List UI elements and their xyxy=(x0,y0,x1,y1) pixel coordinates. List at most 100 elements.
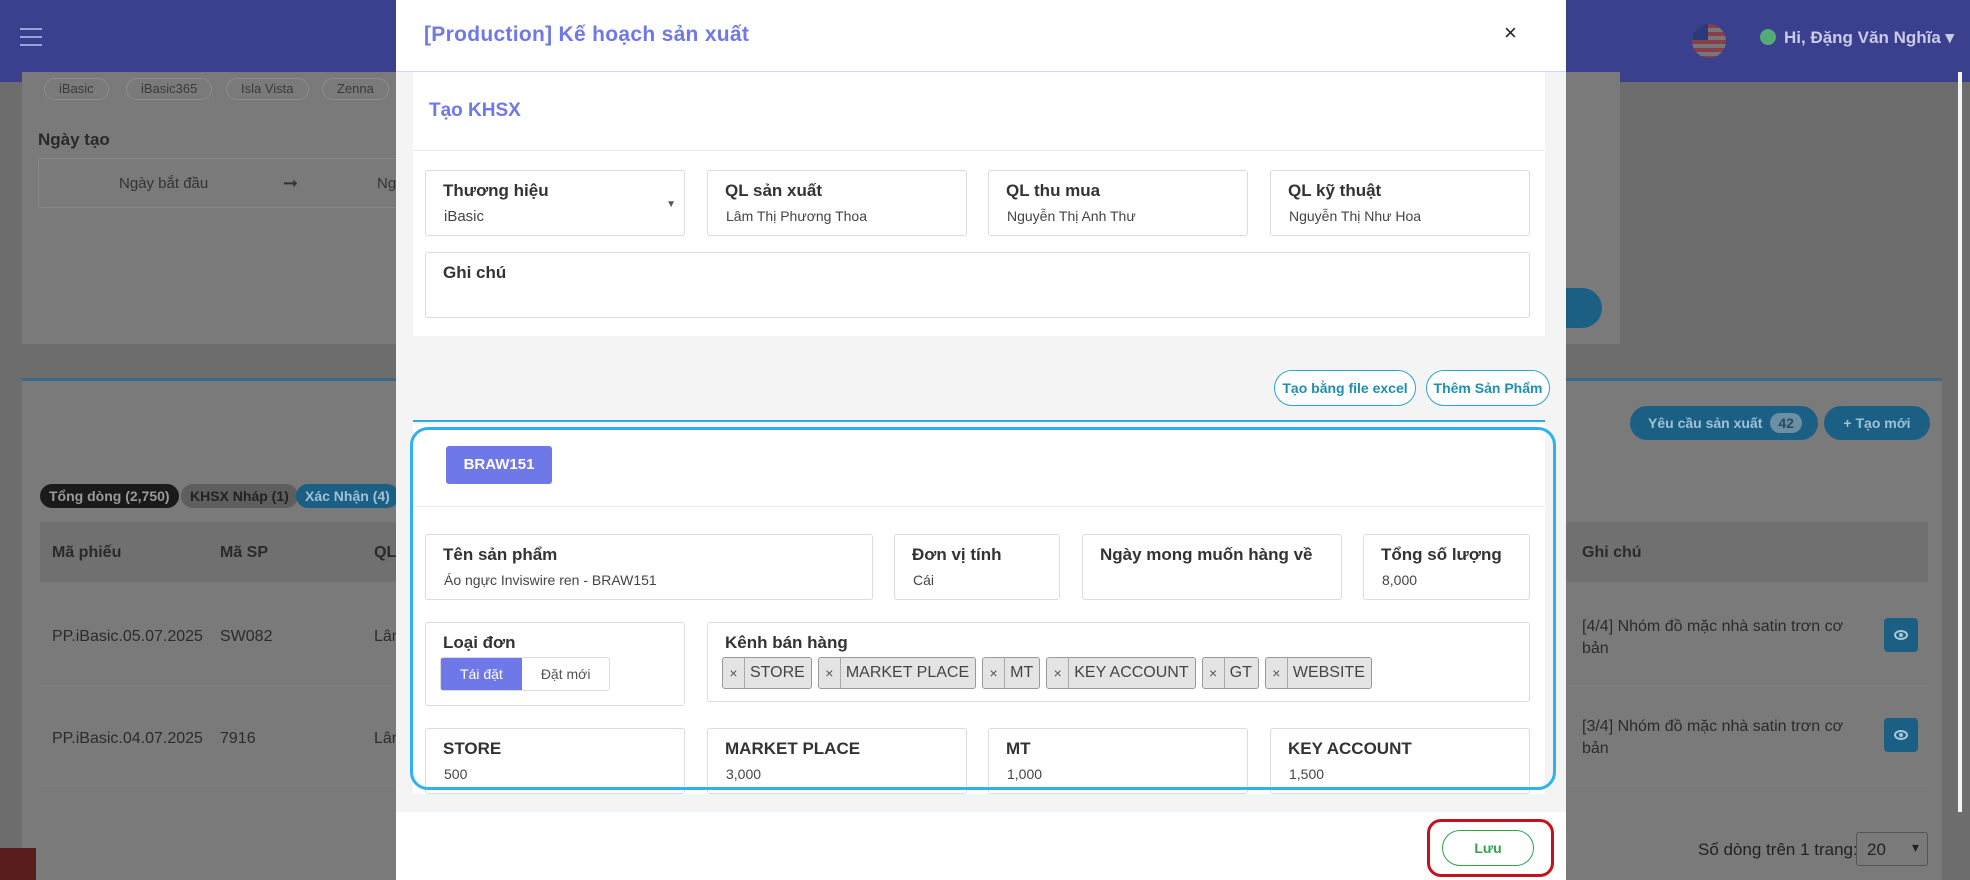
brand-select[interactable]: Thương hiệu iBasic ▼ xyxy=(425,170,685,236)
cell-ma-sp: SW082 xyxy=(220,628,273,645)
product-code-badge: BRAW151 xyxy=(446,446,552,484)
status-chip-draft[interactable]: KHSX Nháp (1) xyxy=(181,484,298,508)
brand-filter-chip[interactable]: iBasic xyxy=(44,78,109,100)
cell-ma-sp: 7916 xyxy=(220,730,256,747)
ghi-chu-textarea[interactable]: Ghi chú xyxy=(425,252,1530,318)
cell-ma-phieu: PP.iBasic.05.07.2025 xyxy=(52,628,203,645)
brand-filter-chip[interactable]: Isla Vista xyxy=(226,78,309,100)
channel-tag-label: GT xyxy=(1229,664,1252,681)
order-type-label: Loại đơn xyxy=(443,633,516,652)
ql-thu-mua-field[interactable]: QL thu mua Nguyễn Thị Anh Thư xyxy=(988,170,1248,236)
date-end[interactable]: Ng xyxy=(377,175,396,192)
channel-tag: × KEY ACCOUNT xyxy=(1046,657,1196,689)
cell-ma-phieu: PP.iBasic.04.07.2025 xyxy=(52,730,203,747)
channel-tag: × WEBSITE xyxy=(1264,657,1372,689)
qty-marketplace-value: 3,000 xyxy=(726,766,762,782)
desired-date-field[interactable]: Ngày mong muốn hàng về xyxy=(1082,534,1342,600)
ngay-tao-label: Ngày tạo xyxy=(38,130,110,149)
qty-marketplace-label: MARKET PLACE xyxy=(725,739,861,758)
channel-tag: × MT xyxy=(982,657,1041,689)
date-range-picker[interactable]: Ngày bắt đầu ➞ Ng xyxy=(38,158,418,208)
unit-field[interactable]: Đơn vị tính Cái xyxy=(894,534,1060,600)
add-product-button[interactable]: Thêm Sản Phẩm xyxy=(1426,370,1550,406)
status-chip-confirmed[interactable]: Xác Nhận (4) xyxy=(296,484,399,508)
total-qty-field[interactable]: Tổng số lượng 8,000 xyxy=(1363,534,1530,600)
qty-mt-field[interactable]: MT 1,000 xyxy=(988,728,1248,794)
desired-date-label: Ngày mong muốn hàng về xyxy=(1100,545,1313,564)
column-header: Mã phiếu xyxy=(52,544,122,561)
qty-key-account-field[interactable]: KEY ACCOUNT 1,500 xyxy=(1270,728,1530,794)
ql-san-xuat-field[interactable]: QL sản xuất Lâm Thị Phương Thoa xyxy=(707,170,967,236)
ql-san-xuat-value: Lâm Thị Phương Thoa xyxy=(726,208,868,224)
order-type-reorder[interactable]: Tái đặt xyxy=(441,658,522,690)
view-eye-icon[interactable] xyxy=(1884,718,1918,752)
product-name-field[interactable]: Tên sản phẩm Áo ngực Inviswire ren - BRA… xyxy=(425,534,873,600)
create-plan-section: Tạo KHSX Thương hiệu iBasic ▼ QL sản xuấ… xyxy=(413,72,1545,336)
production-plan-modal: [Production] Kế hoạch sản xuất × Tạo KHS… xyxy=(396,0,1962,880)
close-icon[interactable]: × xyxy=(1504,20,1517,46)
qty-marketplace-field[interactable]: MARKET PLACE 3,000 xyxy=(707,728,967,794)
unit-value: Cái xyxy=(913,572,935,588)
us-flag-icon[interactable] xyxy=(1692,24,1726,58)
channel-tag: × STORE xyxy=(722,657,812,689)
remove-tag-icon[interactable]: × xyxy=(819,658,841,688)
order-type-new[interactable]: Đặt mới xyxy=(521,658,610,690)
unit-label: Đơn vị tính xyxy=(912,545,1002,564)
channels-field[interactable]: Kênh bán hàng × STORE × MARKET PLACE × MT ×… xyxy=(707,622,1530,702)
save-button[interactable]: Lưu xyxy=(1442,830,1534,866)
arrow-right-icon: ➞ xyxy=(283,173,299,193)
channel-tag: × GT xyxy=(1201,657,1259,689)
channel-tags: × STORE × MARKET PLACE × MT × KEY ACCOUNT × G… xyxy=(722,657,1378,689)
chevron-down-icon: ▼ xyxy=(666,199,676,210)
create-from-excel-button[interactable]: Tạo bằng file excel xyxy=(1274,370,1416,406)
qty-store-value: 500 xyxy=(444,766,468,782)
divider xyxy=(413,420,1545,422)
production-request-button[interactable]: Yêu cầu sản xuất 42 xyxy=(1630,406,1818,440)
qty-key-account-label: KEY ACCOUNT xyxy=(1288,739,1412,758)
product-name-value: Áo ngực Inviswire ren - BRAW151 xyxy=(444,572,657,588)
user-greeting: Hi, Đặng Văn Nghĩa ▾ xyxy=(1784,28,1955,47)
hamburger-menu-icon[interactable] xyxy=(20,28,42,46)
modal-footer xyxy=(396,812,1566,880)
section-title: Tạo KHSX xyxy=(429,100,521,121)
brand-filter-chip[interactable]: iBasic365 xyxy=(126,78,213,100)
brand-label: Thương hiệu xyxy=(443,181,549,200)
brand-value: iBasic xyxy=(444,208,485,225)
search-button[interactable] xyxy=(1560,288,1602,328)
ql-ky-thuat-field[interactable]: QL kỹ thuật Nguyễn Thị Như Hoa xyxy=(1270,170,1530,236)
modal-header: [Production] Kế hoạch sản xuất × xyxy=(396,0,1566,72)
scrollbar[interactable] xyxy=(1958,72,1962,812)
channel-tag-label: MARKET PLACE xyxy=(845,664,970,681)
qty-store-field[interactable]: STORE 500 xyxy=(425,728,685,794)
status-chip-total[interactable]: Tổng dòng (2,750) xyxy=(40,484,179,508)
divider xyxy=(413,150,1545,151)
cell-ghi-chu: [3/4] Nhóm đồ mặc nhà satin trơn cơ bản xyxy=(1582,718,1844,757)
ql-san-xuat-label: QL sản xuất xyxy=(725,181,822,200)
brand-filter-chip[interactable]: Zenna xyxy=(322,78,389,100)
ql-ky-thuat-value: Nguyễn Thị Như Hoa xyxy=(1289,208,1422,224)
qty-mt-label: MT xyxy=(1006,739,1031,758)
ql-ky-thuat-label: QL kỹ thuật xyxy=(1288,181,1382,200)
remove-tag-icon[interactable]: × xyxy=(1203,658,1225,688)
modal-title: [Production] Kế hoạch sản xuất xyxy=(424,23,750,46)
remove-tag-icon[interactable]: × xyxy=(723,658,745,688)
rows-per-page-label: Số dòng trên 1 trang: xyxy=(1698,840,1858,859)
create-new-button[interactable]: + Tạo mới xyxy=(1824,406,1930,440)
rows-per-page-select[interactable]: 20 xyxy=(1856,832,1928,866)
product-name-label: Tên sản phẩm xyxy=(443,545,558,564)
date-start[interactable]: Ngày bắt đầu xyxy=(119,175,208,192)
divider xyxy=(413,506,1545,507)
remove-tag-icon[interactable]: × xyxy=(983,658,1006,688)
remove-tag-icon[interactable]: × xyxy=(1266,658,1288,688)
channel-tag-label: KEY ACCOUNT xyxy=(1074,664,1189,681)
channel-tag: × MARKET PLACE xyxy=(817,657,977,689)
channels-label: Kênh bán hàng xyxy=(725,633,848,652)
app-logo-icon xyxy=(0,848,36,880)
view-eye-icon[interactable] xyxy=(1884,618,1918,652)
order-type-toggle[interactable]: Tái đặt Đặt mới xyxy=(440,657,611,691)
user-menu[interactable]: Hi, Đặng Văn Nghĩa ▾ xyxy=(1760,28,1954,48)
qty-mt-value: 1,000 xyxy=(1007,766,1043,782)
channel-tag-label: WEBSITE xyxy=(1292,664,1365,681)
remove-tag-icon[interactable]: × xyxy=(1047,658,1070,688)
ghi-chu-label: Ghi chú xyxy=(443,263,507,282)
